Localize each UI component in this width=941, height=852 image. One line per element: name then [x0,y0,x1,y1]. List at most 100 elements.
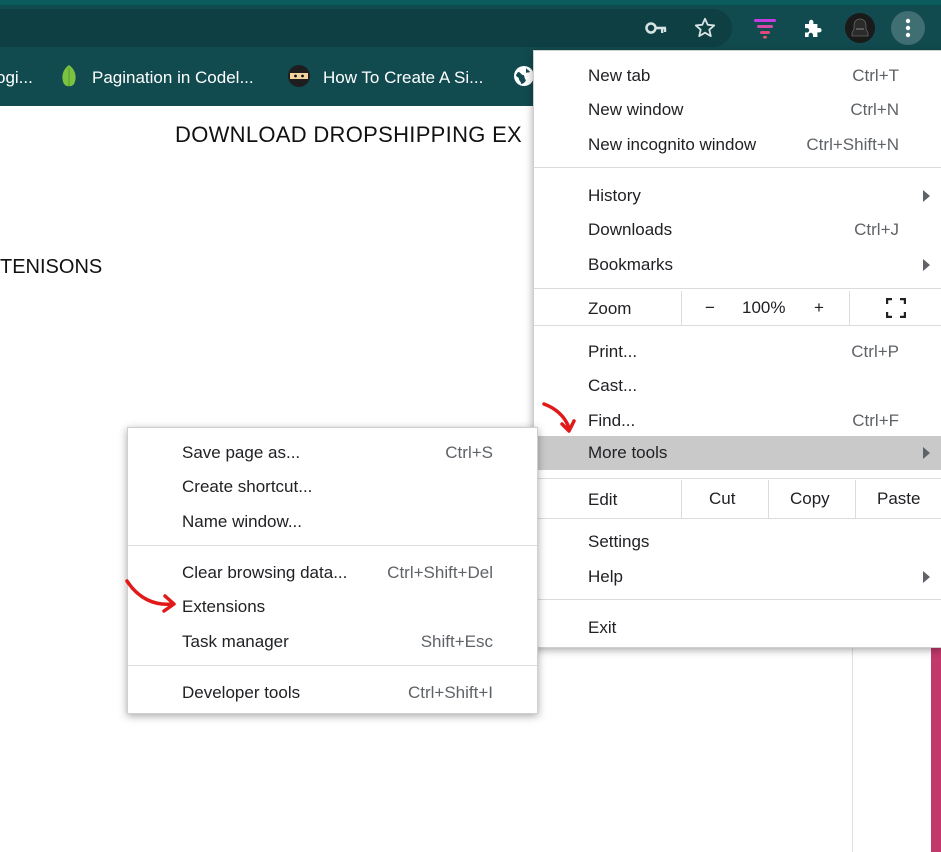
address-bar[interactable] [0,9,732,47]
bookmark-item[interactable]: How To Create A Si... [287,64,484,93]
menu-print[interactable]: Print... Ctrl+P [534,335,941,369]
menu-item-label: Downloads [588,220,673,239]
page-divider [852,648,853,852]
menu-item-label: Find... [588,411,636,430]
bookmark-label: How To Create A Si... [323,68,484,87]
key-icon[interactable] [641,13,671,43]
menu-item-shortcut: Ctrl+F [852,411,899,430]
menu-separator [534,599,941,600]
submenu-item-label: Create shortcut... [182,477,313,496]
menu-find[interactable]: Find... Ctrl+F [534,404,941,438]
menu-item-label: History [588,186,641,205]
bookmark-label: ogi... [0,68,33,87]
edit-label: Edit [588,490,618,509]
edit-divider [681,480,682,518]
zoom-label: Zoom [588,299,632,318]
edit-divider [855,480,856,518]
menu-separator [534,288,941,289]
bookmark-label: Pagination in Codel... [92,68,254,87]
menu-new-window[interactable]: New window Ctrl+N [534,93,941,127]
submenu-create-shortcut[interactable]: Create shortcut... [128,470,537,504]
zoom-level: 100% [742,298,786,317]
more-vert-icon[interactable] [891,11,925,45]
profile-avatar[interactable] [845,13,875,43]
submenu-task-manager[interactable]: Task manager Shift+Esc [128,625,537,659]
bookmark-item[interactable]: Pagination in Codel... [58,64,254,93]
submenu-developer-tools[interactable]: Developer tools Ctrl+Shift+I [128,676,537,710]
menu-item-shortcut: Ctrl+Shift+N [806,135,899,154]
menu-item-label: Cast... [588,376,638,395]
star-icon[interactable] [690,13,720,43]
copy-button[interactable]: Copy [790,489,830,509]
submenu-item-label: Clear browsing data... [182,563,348,582]
menu-help[interactable]: Help [534,560,941,594]
menu-item-label: Settings [588,532,650,551]
zoom-divider [681,291,682,325]
menu-zoom-row: Zoom − 100% + [534,291,941,325]
zoom-out-button[interactable]: − [705,298,715,318]
leaf-icon [58,64,80,93]
submenu-arrow-icon [923,190,930,202]
ninja-icon [287,64,311,93]
submenu-item-label: Task manager [182,632,289,651]
menu-downloads[interactable]: Downloads Ctrl+J [534,213,941,247]
menu-edit-row: Edit Cut Copy Paste [534,480,941,518]
submenu-name-window[interactable]: Name window... [128,505,537,539]
zoom-divider [849,291,850,325]
menu-item-label: More tools [588,443,668,462]
menu-item-label: Print... [588,342,638,361]
bookmark-item[interactable]: ogi... [0,65,33,91]
menu-bookmarks[interactable]: Bookmarks [534,248,941,282]
submenu-item-shortcut: Ctrl+S [445,443,493,462]
menu-cast[interactable]: Cast... [534,369,941,403]
menu-item-label: Help [588,567,623,586]
menu-item-label: New incognito window [588,135,757,154]
menu-separator [534,518,941,519]
puzzle-icon[interactable] [798,13,828,43]
submenu-item-shortcut: Ctrl+Shift+Del [387,563,493,582]
menu-item-label: New tab [588,66,651,85]
cut-button[interactable]: Cut [709,489,735,509]
page-title: DOWNLOAD DROPSHIPPING EX [175,122,523,147]
submenu-save-page[interactable]: Save page as... Ctrl+S [128,436,537,470]
submenu-arrow-icon [923,259,930,271]
edit-divider [768,480,769,518]
menu-item-label: Bookmarks [588,255,674,274]
menu-item-shortcut: Ctrl+J [854,220,899,239]
submenu-arrow-icon [923,447,930,459]
paste-button[interactable]: Paste [877,489,920,509]
fullscreen-icon[interactable] [885,297,907,319]
submenu-item-label: Developer tools [182,683,301,702]
submenu-item-shortcut: Ctrl+Shift+I [407,683,493,702]
submenu-arrow-icon [923,571,930,583]
menu-new-incognito-window[interactable]: New incognito window Ctrl+Shift+N [534,128,941,162]
extension-stack-icon[interactable] [750,13,780,43]
annotation-arrow-icon [542,402,576,433]
menu-item-shortcut: Ctrl+T [852,66,899,85]
menu-item-shortcut: Ctrl+P [851,342,899,361]
menu-item-label: Exit [588,618,617,637]
submenu-item-shortcut: Shift+Esc [420,632,493,651]
submenu-separator [128,545,537,546]
menu-settings[interactable]: Settings [534,525,941,559]
chrome-main-menu: New tab Ctrl+T New window Ctrl+N New inc… [533,50,941,648]
submenu-clear-browsing-data[interactable]: Clear browsing data... Ctrl+Shift+Del [128,556,537,590]
page-subtitle: TENISONS [0,256,103,278]
menu-separator [534,325,941,326]
menu-new-tab[interactable]: New tab Ctrl+T [534,59,941,93]
submenu-item-label: Name window... [182,512,302,531]
browser-toolbar [0,5,941,51]
menu-exit[interactable]: Exit [534,611,941,645]
submenu-item-label: Extensions [182,597,266,616]
submenu-extensions[interactable]: Extensions [128,590,537,624]
zoom-in-button[interactable]: + [814,298,824,318]
more-tools-submenu: Save page as... Ctrl+S Create shortcut..… [127,427,538,714]
submenu-item-label: Save page as... [182,443,301,462]
menu-item-label: New window [588,100,684,119]
menu-separator [534,478,941,479]
menu-item-shortcut: Ctrl+N [850,100,899,119]
submenu-separator [128,665,537,666]
menu-history[interactable]: History [534,179,941,213]
menu-more-tools[interactable]: More tools [534,436,941,470]
menu-separator [534,167,941,168]
